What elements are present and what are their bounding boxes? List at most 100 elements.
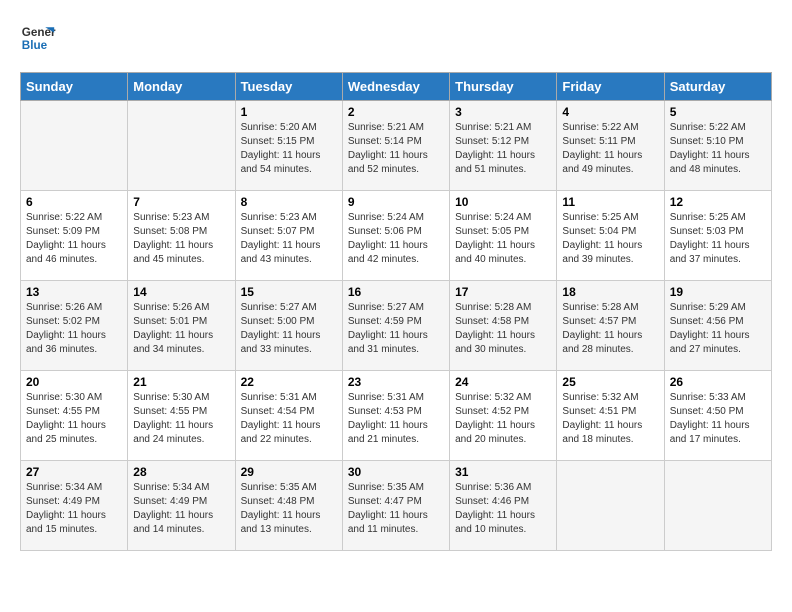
day-info: Sunrise: 5:36 AM Sunset: 4:46 PM Dayligh… (455, 481, 551, 537)
calendar-cell (128, 101, 235, 191)
day-info: Sunrise: 5:25 AM Sunset: 5:03 PM Dayligh… (670, 211, 766, 267)
day-number: 20 (26, 375, 122, 389)
calendar-cell: 14 Sunrise: 5:26 AM Sunset: 5:01 PM Dayli… (128, 281, 235, 371)
calendar-cell: 10 Sunrise: 5:24 AM Sunset: 5:05 PM Dayli… (450, 191, 557, 281)
calendar-cell: 5 Sunrise: 5:22 AM Sunset: 5:10 PM Daylig… (664, 101, 771, 191)
day-info: Sunrise: 5:22 AM Sunset: 5:09 PM Dayligh… (26, 211, 122, 267)
calendar-cell (664, 461, 771, 551)
day-number: 10 (455, 195, 551, 209)
logo: General Blue (20, 20, 56, 56)
calendar-cell: 21Sunrise: 5:30 AM Sunset: 4:55 PM Dayli… (128, 371, 235, 461)
day-number: 13 (26, 285, 122, 299)
calendar-cell: 22Sunrise: 5:31 AM Sunset: 4:54 PM Dayli… (235, 371, 342, 461)
weekday-header-thursday: Thursday (450, 73, 557, 101)
week-row-3: 13 Sunrise: 5:26 AM Sunset: 5:02 PM Dayli… (21, 281, 772, 371)
calendar-cell: 13 Sunrise: 5:26 AM Sunset: 5:02 PM Dayli… (21, 281, 128, 371)
day-number: 5 (670, 105, 766, 119)
day-info: Sunrise: 5:35 AM Sunset: 4:47 PM Dayligh… (348, 481, 444, 537)
calendar-cell: 16 Sunrise: 5:27 AM Sunset: 4:59 PM Dayli… (342, 281, 449, 371)
day-info: Sunrise: 5:34 AM Sunset: 4:49 PM Dayligh… (133, 481, 229, 537)
day-info: Sunrise: 5:27 AM Sunset: 5:00 PM Dayligh… (241, 301, 337, 357)
day-number: 17 (455, 285, 551, 299)
day-info: Sunrise: 5:29 AM Sunset: 4:56 PM Dayligh… (670, 301, 766, 357)
day-number: 28 (133, 465, 229, 479)
day-number: 19 (670, 285, 766, 299)
day-info: Sunrise: 5:32 AM Sunset: 4:51 PM Dayligh… (562, 391, 658, 447)
calendar-cell: 1 Sunrise: 5:20 AM Sunset: 5:15 PM Daylig… (235, 101, 342, 191)
week-row-2: 6 Sunrise: 5:22 AM Sunset: 5:09 PM Daylig… (21, 191, 772, 281)
day-number: 30 (348, 465, 444, 479)
day-info: Sunrise: 5:21 AM Sunset: 5:14 PM Dayligh… (348, 121, 444, 177)
svg-text:Blue: Blue (22, 39, 48, 52)
calendar-cell: 9 Sunrise: 5:24 AM Sunset: 5:06 PM Daylig… (342, 191, 449, 281)
day-info: Sunrise: 5:31 AM Sunset: 4:54 PM Dayligh… (241, 391, 337, 447)
calendar-cell: 15Sunrise: 5:27 AM Sunset: 5:00 PM Dayli… (235, 281, 342, 371)
day-info: Sunrise: 5:26 AM Sunset: 5:01 PM Dayligh… (133, 301, 229, 357)
day-info: Sunrise: 5:34 AM Sunset: 4:49 PM Dayligh… (26, 481, 122, 537)
weekday-header-friday: Friday (557, 73, 664, 101)
day-info: Sunrise: 5:23 AM Sunset: 5:08 PM Dayligh… (133, 211, 229, 267)
weekday-header-wednesday: Wednesday (342, 73, 449, 101)
day-info: Sunrise: 5:27 AM Sunset: 4:59 PM Dayligh… (348, 301, 444, 357)
calendar-cell: 24 Sunrise: 5:32 AM Sunset: 4:52 PM Dayli… (450, 371, 557, 461)
day-info: Sunrise: 5:28 AM Sunset: 4:58 PM Dayligh… (455, 301, 551, 357)
week-row-4: 20 Sunrise: 5:30 AM Sunset: 4:55 PM Dayli… (21, 371, 772, 461)
day-info: Sunrise: 5:35 AM Sunset: 4:48 PM Dayligh… (241, 481, 337, 537)
day-number: 11 (562, 195, 658, 209)
week-row-5: 27 Sunrise: 5:34 AM Sunset: 4:49 PM Dayli… (21, 461, 772, 551)
day-info: Sunrise: 5:31 AM Sunset: 4:53 PM Dayligh… (348, 391, 444, 447)
day-info: Sunrise: 5:30 AM Sunset: 4:55 PM Dayligh… (26, 391, 122, 447)
logo-icon: General Blue (20, 20, 56, 56)
day-number: 3 (455, 105, 551, 119)
calendar-cell: 25 Sunrise: 5:32 AM Sunset: 4:51 PM Dayli… (557, 371, 664, 461)
page-header: General Blue (20, 20, 772, 56)
day-number: 21 (133, 375, 229, 389)
calendar-cell (557, 461, 664, 551)
calendar-cell: 20 Sunrise: 5:30 AM Sunset: 4:55 PM Dayli… (21, 371, 128, 461)
calendar-cell: 26 Sunrise: 5:33 AM Sunset: 4:50 PM Dayli… (664, 371, 771, 461)
day-number: 14 (133, 285, 229, 299)
day-number: 23 (348, 375, 444, 389)
day-number: 26 (670, 375, 766, 389)
calendar-cell: 11 Sunrise: 5:25 AM Sunset: 5:04 PM Dayli… (557, 191, 664, 281)
calendar-cell: 30 Sunrise: 5:35 AM Sunset: 4:47 PM Dayli… (342, 461, 449, 551)
calendar-cell: 28 Sunrise: 5:34 AM Sunset: 4:49 PM Dayli… (128, 461, 235, 551)
day-info: Sunrise: 5:22 AM Sunset: 5:11 PM Dayligh… (562, 121, 658, 177)
calendar-cell: 29Sunrise: 5:35 AM Sunset: 4:48 PM Dayli… (235, 461, 342, 551)
calendar-cell: 17 Sunrise: 5:28 AM Sunset: 4:58 PM Dayli… (450, 281, 557, 371)
day-info: Sunrise: 5:24 AM Sunset: 5:06 PM Dayligh… (348, 211, 444, 267)
calendar-cell: 23 Sunrise: 5:31 AM Sunset: 4:53 PM Dayli… (342, 371, 449, 461)
day-number: 12 (670, 195, 766, 209)
day-number: 24 (455, 375, 551, 389)
day-number: 27 (26, 465, 122, 479)
calendar-cell (21, 101, 128, 191)
day-number: 8 (241, 195, 337, 209)
day-info: Sunrise: 5:25 AM Sunset: 5:04 PM Dayligh… (562, 211, 658, 267)
calendar-cell: 4 Sunrise: 5:22 AM Sunset: 5:11 PM Daylig… (557, 101, 664, 191)
day-info: Sunrise: 5:21 AM Sunset: 5:12 PM Dayligh… (455, 121, 551, 177)
week-row-1: 1 Sunrise: 5:20 AM Sunset: 5:15 PM Daylig… (21, 101, 772, 191)
day-info: Sunrise: 5:32 AM Sunset: 4:52 PM Dayligh… (455, 391, 551, 447)
day-number: 9 (348, 195, 444, 209)
day-info: Sunrise: 5:24 AM Sunset: 5:05 PM Dayligh… (455, 211, 551, 267)
day-number: 1 (241, 105, 337, 119)
weekday-header-saturday: Saturday (664, 73, 771, 101)
day-number: 6 (26, 195, 122, 209)
calendar-cell: 7 Sunrise: 5:23 AM Sunset: 5:08 PM Daylig… (128, 191, 235, 281)
calendar-cell: 27 Sunrise: 5:34 AM Sunset: 4:49 PM Dayli… (21, 461, 128, 551)
day-number: 2 (348, 105, 444, 119)
day-info: Sunrise: 5:20 AM Sunset: 5:15 PM Dayligh… (241, 121, 337, 177)
calendar-cell: 18Sunrise: 5:28 AM Sunset: 4:57 PM Dayli… (557, 281, 664, 371)
day-number: 4 (562, 105, 658, 119)
day-info: Sunrise: 5:22 AM Sunset: 5:10 PM Dayligh… (670, 121, 766, 177)
day-number: 7 (133, 195, 229, 209)
day-info: Sunrise: 5:33 AM Sunset: 4:50 PM Dayligh… (670, 391, 766, 447)
calendar-cell: 19 Sunrise: 5:29 AM Sunset: 4:56 PM Dayli… (664, 281, 771, 371)
weekday-header-sunday: Sunday (21, 73, 128, 101)
calendar-cell: 3 Sunrise: 5:21 AM Sunset: 5:12 PM Daylig… (450, 101, 557, 191)
day-info: Sunrise: 5:26 AM Sunset: 5:02 PM Dayligh… (26, 301, 122, 357)
day-number: 25 (562, 375, 658, 389)
day-number: 16 (348, 285, 444, 299)
calendar-table: SundayMondayTuesdayWednesdayThursdayFrid… (20, 72, 772, 551)
calendar-cell: 31Sunrise: 5:36 AM Sunset: 4:46 PM Dayli… (450, 461, 557, 551)
